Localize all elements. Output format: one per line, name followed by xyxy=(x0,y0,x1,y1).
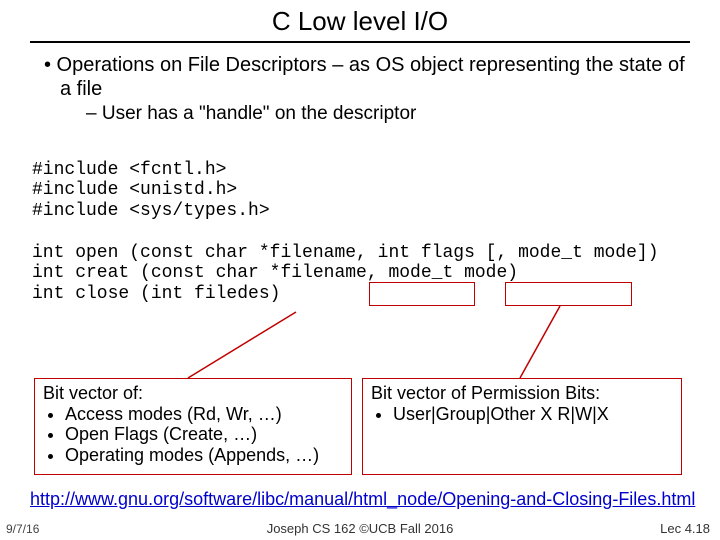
box-header: Bit vector of: xyxy=(43,383,343,404)
box-item: Access modes (Rd, Wr, …) xyxy=(65,404,343,425)
box-item: Open Flags (Create, …) xyxy=(65,424,343,445)
title-rule xyxy=(30,41,690,43)
callout-box-mode: Bit vector of Permission Bits: User|Grou… xyxy=(362,378,682,475)
code-line: int close (int filedes) xyxy=(32,284,280,304)
footer-page: Lec 4.18 xyxy=(660,521,710,536)
bullet-list: • Operations on File Descriptors – as OS… xyxy=(44,53,690,126)
bullet-level2: – User has a "handle" on the descriptor xyxy=(86,103,690,126)
box-item: Operating modes (Appends, …) xyxy=(65,445,343,466)
footer-attribution: Joseph CS 162 ©UCB Fall 2016 xyxy=(0,521,720,536)
bullet-level1: • Operations on File Descriptors – as OS… xyxy=(44,53,690,101)
slide-title: C Low level I/O xyxy=(0,0,720,41)
code-line: #include <sys/types.h> xyxy=(32,201,270,221)
callout-boxes: Bit vector of: Access modes (Rd, Wr, …) … xyxy=(34,378,682,475)
callout-rect-mode xyxy=(505,282,632,306)
reference-link[interactable]: http://www.gnu.org/software/libc/manual/… xyxy=(30,490,700,509)
callout-box-flags: Bit vector of: Access modes (Rd, Wr, …) … xyxy=(34,378,352,475)
code-line: #include <unistd.h> xyxy=(32,180,237,200)
box-item: User|Group|Other X R|W|X xyxy=(393,404,673,425)
code-line: #include <fcntl.h> xyxy=(32,160,226,180)
code-line: int open (const char *filename, int flag… xyxy=(32,243,659,263)
callout-rect-flags xyxy=(369,282,475,306)
code-line: int creat (const char *filename, mode_t … xyxy=(32,263,518,283)
box-header: Bit vector of Permission Bits: xyxy=(371,383,673,404)
